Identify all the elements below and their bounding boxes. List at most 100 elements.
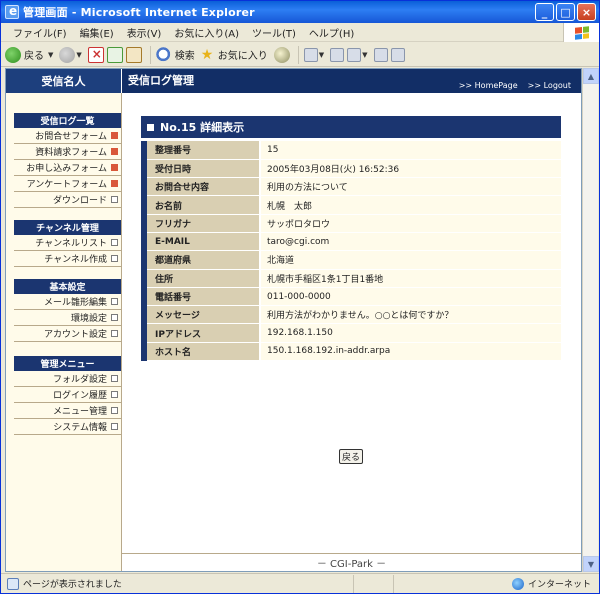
sidebar-item-menu-admin[interactable]: メニュー管理 — [14, 403, 121, 419]
scroll-up-icon[interactable]: ▲ — [583, 68, 599, 84]
status-divider — [353, 574, 393, 593]
star-icon: ★ — [200, 46, 214, 63]
field-label: お問合せ内容 — [141, 177, 260, 197]
favorites-button[interactable]: ★ お気に入り — [201, 47, 268, 63]
messenger-icon[interactable] — [390, 47, 405, 62]
arrow-marker-icon — [111, 239, 118, 246]
sidebar-item-account[interactable]: アカウント設定 — [14, 326, 121, 342]
table-row: お名前 札幌 太郎 — [141, 195, 561, 215]
sidebar-item-label: お申し込みフォーム — [26, 164, 107, 174]
sidebar-group-channels: チャンネル管理 チャンネルリスト チャンネル作成 — [14, 220, 121, 267]
heading-square-icon — [147, 123, 154, 131]
back-button[interactable]: 戻る — [5, 46, 44, 63]
table-row: お問合せ内容 利用の方法について — [141, 177, 561, 197]
scroll-down-icon[interactable]: ▼ — [583, 556, 599, 572]
field-value: taro@cgi.com — [259, 232, 561, 252]
sidebar-item-label: 資料請求フォーム — [35, 148, 107, 158]
menu-view[interactable]: 表示(V) — [127, 25, 162, 40]
field-value: 150.1.168.192.in-addr.arpa — [259, 342, 561, 362]
sidebar-item-system-info[interactable]: システム情報 — [14, 419, 121, 435]
sidebar-item-label: メール雛形編集 — [43, 298, 107, 308]
search-icon — [155, 46, 172, 63]
detail-table: 整理番号 15 受付日時 2005年03月08日(火) 16:52:36 お問合せ内… — [141, 141, 561, 362]
menu-favorites[interactable]: お気に入り(A) — [174, 25, 239, 40]
edit-icon[interactable] — [347, 47, 362, 62]
page-header: 受信名人 受信ログ管理 >> HomePage >> Logout — [6, 69, 581, 93]
sidebar-item-download[interactable]: ダウンロード — [14, 192, 121, 208]
close-button[interactable]: × — [577, 3, 596, 21]
detail-heading: No.15 詳細表示 — [141, 116, 561, 138]
discuss-icon[interactable] — [373, 47, 388, 62]
field-value: 北海道 — [259, 250, 561, 270]
field-value: 札幌 太郎 — [259, 195, 561, 215]
zone-label: インターネット — [527, 580, 591, 590]
sidebar-item-environment[interactable]: 環境設定 — [14, 310, 121, 326]
sidebar-group-title: 管理メニュー — [14, 356, 121, 371]
minimize-button[interactable]: _ — [535, 3, 554, 21]
field-label: お名前 — [141, 195, 260, 215]
field-value: 192.168.1.150 — [259, 323, 561, 343]
sidebar-item-channel-create[interactable]: チャンネル作成 — [14, 251, 121, 267]
sidebar-item-contact-form[interactable]: お問合せフォーム — [14, 128, 121, 144]
homepage-link[interactable]: >> HomePage — [459, 81, 518, 90]
sidebar-item-folder-settings[interactable]: フォルダ設定 — [14, 371, 121, 387]
search-button[interactable]: 検索 — [155, 46, 195, 63]
status-text: ページが表示されました — [23, 580, 122, 590]
print-icon[interactable] — [330, 47, 345, 62]
sidebar-item-label: メニュー管理 — [52, 407, 107, 417]
sidebar-item-application-form[interactable]: お申し込みフォーム — [14, 160, 121, 176]
field-value: 2005年03月08日(火) 16:52:36 — [259, 159, 561, 179]
page-viewport: 受信名人 受信ログ管理 >> HomePage >> Logout 受信ログ一覧… — [5, 68, 582, 572]
sidebar-item-label: ログイン履歴 — [52, 391, 107, 401]
field-label: 電話番号 — [141, 287, 260, 307]
sidebar-item-label: ダウンロード — [52, 196, 107, 206]
media-icon[interactable] — [273, 46, 290, 63]
table-row: ホスト名 150.1.168.192.in-addr.arpa — [141, 342, 561, 362]
field-value: 15 — [259, 141, 561, 160]
sidebar-item-label: お問合せフォーム — [35, 132, 107, 142]
maximize-button[interactable]: □ — [556, 3, 575, 21]
stop-icon[interactable] — [87, 46, 104, 63]
field-value: 札幌市手稲区1条1丁目1番地 — [259, 269, 561, 288]
sidebar-item-label: アカウント設定 — [43, 330, 107, 340]
status-divider — [393, 574, 433, 593]
sidebar-item-mail-template[interactable]: メール雛形編集 — [14, 294, 121, 310]
mail-icon[interactable] — [303, 47, 318, 62]
forward-dropdown-icon[interactable]: ▼ — [76, 51, 81, 59]
table-row: IPアドレス 192.168.1.150 — [141, 323, 561, 343]
sidebar-item-channel-list[interactable]: チャンネルリスト — [14, 235, 121, 251]
new-marker-icon — [111, 132, 118, 139]
arrow-marker-icon — [111, 423, 118, 430]
menu-help[interactable]: ヘルプ(H) — [309, 25, 354, 40]
menu-tools[interactable]: ツール(T) — [252, 25, 296, 40]
browser-window: 管理画面 - Microsoft Internet Explorer _ □ ×… — [0, 0, 600, 594]
refresh-icon[interactable] — [106, 46, 123, 63]
sidebar-item-login-history[interactable]: ログイン履歴 — [14, 387, 121, 403]
sidebar-item-document-request[interactable]: 資料請求フォーム — [14, 144, 121, 160]
detail-panel: No.15 詳細表示 整理番号 15 受付日時 2005年03月08日(火) 16:… — [141, 116, 561, 362]
sidebar: 受信ログ一覧 お問合せフォーム 資料請求フォーム お申し込みフォーム アンケート… — [6, 93, 122, 571]
sidebar-item-label: フォルダ設定 — [52, 375, 107, 385]
menu-file[interactable]: ファイル(F) — [13, 25, 67, 40]
arrow-marker-icon — [111, 196, 118, 203]
sidebar-item-survey-form[interactable]: アンケートフォーム — [14, 176, 121, 192]
arrow-marker-icon — [111, 314, 118, 321]
edit-dropdown-icon[interactable]: ▼ — [362, 51, 367, 59]
site-name: 受信名人 — [6, 69, 122, 93]
logout-link[interactable]: >> Logout — [528, 81, 571, 90]
arrow-marker-icon — [111, 407, 118, 414]
forward-button[interactable] — [59, 46, 76, 63]
back-dropdown-icon[interactable]: ▼ — [48, 51, 53, 59]
title-bar[interactable]: 管理画面 - Microsoft Internet Explorer _ □ × — [1, 1, 599, 23]
mail-dropdown-icon[interactable]: ▼ — [319, 51, 324, 59]
back-page-button[interactable]: 戻る — [339, 449, 363, 464]
home-icon[interactable] — [125, 46, 142, 63]
menu-edit[interactable]: 編集(E) — [80, 25, 114, 40]
arrow-marker-icon — [111, 375, 118, 382]
sidebar-item-label: システム情報 — [53, 423, 107, 433]
vertical-scrollbar[interactable]: ▲ ▼ — [582, 68, 599, 572]
security-zone: インターネット — [511, 577, 591, 590]
sidebar-item-label: チャンネル作成 — [44, 255, 107, 265]
field-label: 住所 — [141, 269, 260, 288]
sidebar-group-title: 基本設定 — [14, 279, 121, 294]
